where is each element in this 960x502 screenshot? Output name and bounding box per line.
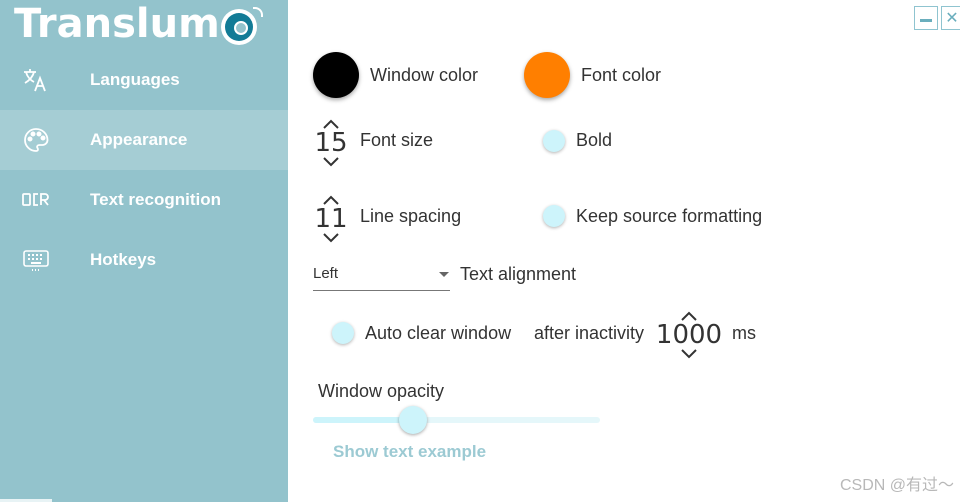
app-title: Translum (14, 1, 220, 47)
inactivity-stepper[interactable]: 1000 (656, 310, 722, 360)
sidebar-item-languages[interactable]: Languages (0, 50, 288, 110)
sidebar: Translum Languages Appearance Text recog… (0, 0, 288, 502)
ocr-icon (22, 186, 50, 214)
window-color-label: Window color (370, 65, 479, 85)
keyboard-icon (22, 246, 50, 274)
opacity-slider-fill (313, 417, 414, 423)
auto-clear-toggle[interactable] (332, 322, 354, 344)
app-logo: Translum (14, 1, 263, 47)
logo-mark-icon (220, 7, 263, 45)
font-size-value[interactable]: 15 (314, 130, 347, 156)
close-button[interactable]: ✕ (941, 6, 960, 30)
dropdown-caret-icon (439, 272, 449, 277)
sidebar-item-hotkeys[interactable]: Hotkeys (0, 230, 288, 290)
sidebar-item-label: Languages (90, 70, 180, 89)
chevron-down-icon[interactable] (680, 348, 698, 360)
chevron-down-icon[interactable] (322, 232, 340, 244)
font-color-swatch[interactable] (524, 52, 570, 98)
text-alignment-select[interactable]: Left (313, 262, 450, 291)
minimize-button[interactable] (914, 6, 938, 30)
inactivity-value[interactable]: 1000 (656, 322, 722, 348)
show-text-example-button[interactable]: Show text example (333, 442, 486, 462)
font-size-stepper[interactable]: 15 (314, 118, 348, 168)
close-icon: ✕ (945, 10, 959, 27)
text-alignment-label: Text alignment (460, 264, 577, 284)
keep-source-formatting-toggle[interactable] (543, 205, 565, 227)
sidebar-item-label: Text recognition (90, 190, 221, 209)
bold-label: Bold (576, 130, 613, 150)
line-spacing-stepper[interactable]: 11 (314, 194, 348, 244)
line-spacing-value[interactable]: 11 (314, 206, 347, 232)
bold-toggle[interactable] (543, 130, 565, 152)
after-inactivity-label: after inactivity (534, 323, 645, 343)
line-spacing-label: Line spacing (360, 206, 462, 226)
window-opacity-label: Window opacity (318, 381, 445, 401)
inactivity-unit-label: ms (732, 323, 756, 343)
palette-icon (22, 126, 50, 154)
auto-clear-label: Auto clear window (365, 323, 512, 343)
chevron-down-icon[interactable] (322, 156, 340, 168)
font-size-label: Font size (360, 130, 434, 150)
watermark: CSDN @有过～ (839, 477, 954, 494)
sidebar-item-appearance[interactable]: Appearance (0, 110, 288, 170)
sidebar-item-label: Hotkeys (90, 250, 157, 269)
keep-source-formatting-label: Keep source formatting (576, 206, 763, 226)
opacity-slider-thumb[interactable] (399, 406, 428, 434)
font-color-label: Font color (581, 65, 662, 85)
translate-icon (22, 66, 50, 94)
window-color-swatch[interactable] (313, 52, 359, 98)
sidebar-item-label: Appearance (90, 130, 188, 149)
text-alignment-value: Left (313, 265, 339, 282)
sidebar-item-text-recognition[interactable]: Text recognition (0, 170, 288, 230)
